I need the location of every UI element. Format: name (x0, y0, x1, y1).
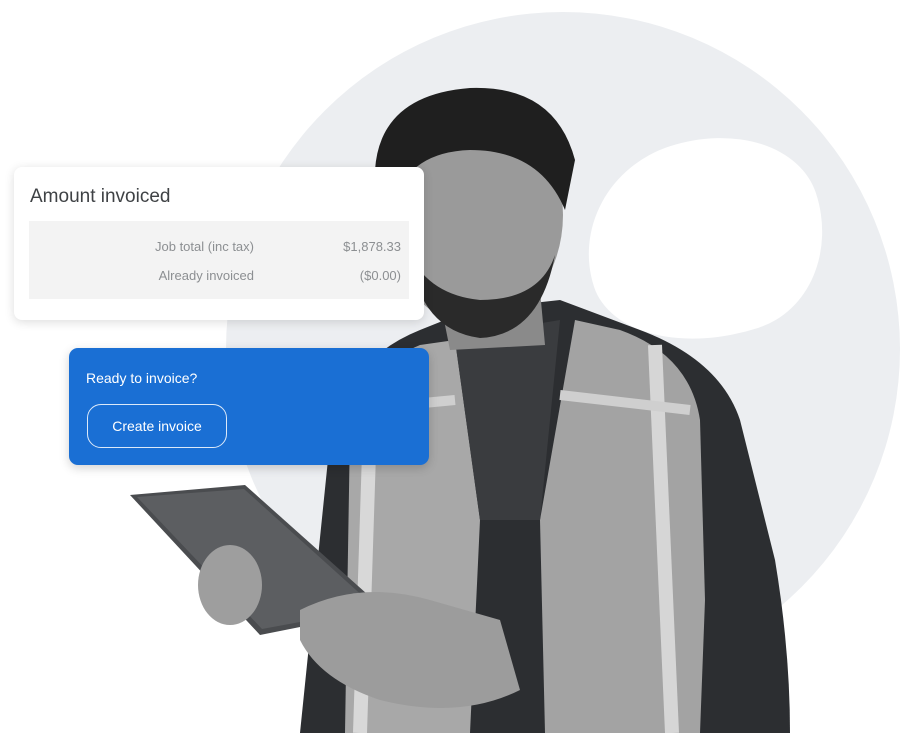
ready-to-invoice-title: Ready to invoice? (86, 370, 198, 386)
already-invoiced-row: Already invoiced ($0.00) (29, 268, 409, 288)
job-total-value: $1,878.33 (343, 239, 401, 254)
already-invoiced-value: ($0.00) (359, 268, 401, 283)
amount-invoiced-title: Amount invoiced (30, 186, 171, 207)
job-total-label: Job total (inc tax) (155, 239, 254, 254)
already-invoiced-label: Already invoiced (158, 268, 254, 283)
job-total-row: Job total (inc tax) $1,878.33 (29, 239, 409, 259)
create-invoice-button[interactable]: Create invoice (87, 404, 227, 448)
ready-to-invoice-card: Ready to invoice? Create invoice (69, 348, 429, 465)
amount-invoiced-card: Amount invoiced Job total (inc tax) $1,8… (14, 167, 424, 320)
amount-table: Job total (inc tax) $1,878.33 Already in… (29, 221, 409, 299)
